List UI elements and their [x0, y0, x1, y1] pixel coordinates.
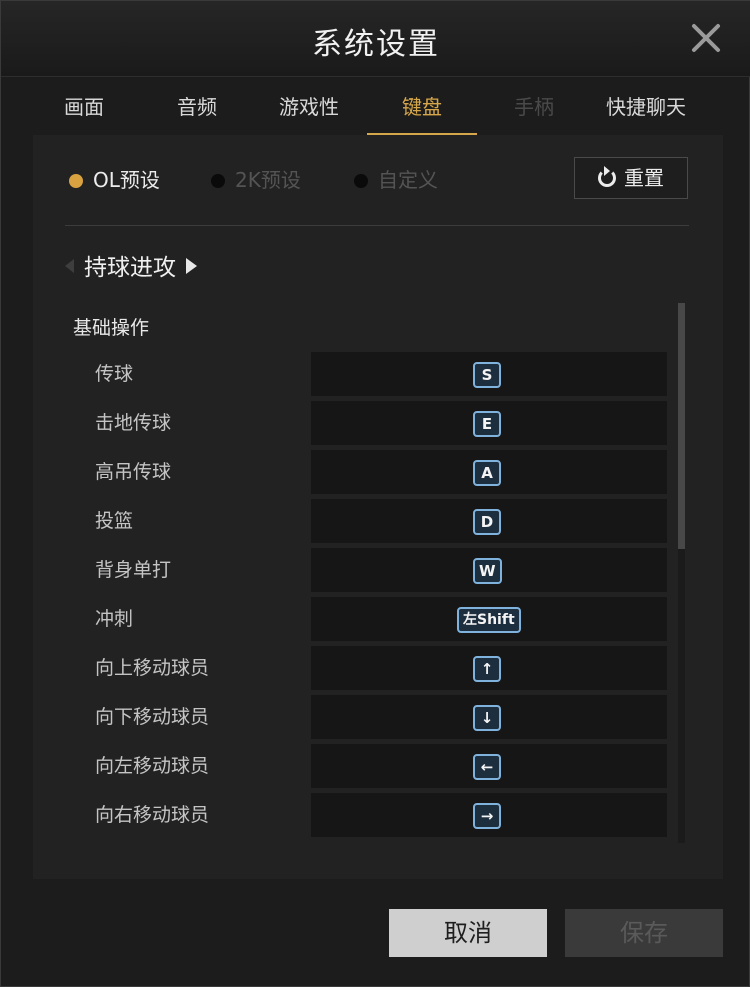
binding-row: 向左移动球员 ←: [33, 743, 723, 789]
radio-dot-icon: [354, 174, 368, 188]
keycap: S: [473, 362, 501, 388]
radio-dot-icon: [211, 174, 225, 188]
tab-keyboard[interactable]: 键盘: [367, 77, 477, 135]
tab-audio[interactable]: 音频: [142, 77, 252, 135]
system-settings-dialog: 系统设置 画面 音频 游戏性 键盘 手柄 快捷聊天 OL预设 2K预设 自定义 …: [0, 0, 750, 987]
next-section-icon[interactable]: [186, 258, 197, 274]
preset-2k-radio[interactable]: 2K预设: [211, 167, 301, 193]
keycap: 左Shift: [457, 607, 521, 633]
preset-custom-label: 自定义: [378, 168, 438, 192]
action-label: 投篮: [95, 510, 134, 532]
key-slot[interactable]: E: [311, 401, 667, 445]
right-arrow-keycap: →: [473, 803, 501, 829]
save-button: 保存: [565, 909, 723, 957]
key-binding-list: 传球 S 击地传球 E 高吊传球 A 投篮 D 背身单打 W 冲刺 左Shift: [33, 351, 723, 845]
preset-custom-radio[interactable]: 自定义: [354, 167, 438, 193]
dialog-title: 系统设置: [312, 27, 440, 62]
keycap: E: [473, 411, 501, 437]
tab-display[interactable]: 画面: [29, 77, 139, 135]
action-label: 向左移动球员: [95, 755, 210, 777]
action-label: 冲刺: [95, 608, 134, 630]
binding-row: 冲刺 左Shift: [33, 596, 723, 642]
key-slot[interactable]: ↑: [311, 646, 667, 690]
section-switcher: 持球进攻: [65, 251, 197, 285]
key-slot[interactable]: 左Shift: [311, 597, 667, 641]
binding-row: 传球 S: [33, 351, 723, 397]
settings-tabs: 画面 音频 游戏性 键盘 手柄 快捷聊天: [1, 77, 750, 135]
key-slot[interactable]: ↓: [311, 695, 667, 739]
tab-quick-chat[interactable]: 快捷聊天: [591, 77, 701, 135]
scrollbar[interactable]: [678, 303, 685, 843]
binding-row: 投篮 D: [33, 498, 723, 544]
binding-row: 向上移动球员 ↑: [33, 645, 723, 691]
binding-row: 向下移动球员 ↓: [33, 694, 723, 740]
binding-row: 击地传球 E: [33, 400, 723, 446]
radio-dot-icon: [69, 174, 83, 188]
key-slot[interactable]: W: [311, 548, 667, 592]
key-slot[interactable]: S: [311, 352, 667, 396]
reset-label: 重置: [624, 166, 664, 190]
refresh-icon: [598, 166, 616, 187]
key-slot[interactable]: ←: [311, 744, 667, 788]
key-slot[interactable]: D: [311, 499, 667, 543]
preset-ol-radio[interactable]: OL预设: [69, 167, 160, 193]
action-label: 向右移动球员: [95, 804, 210, 826]
up-arrow-keycap: ↑: [473, 656, 501, 682]
binding-row: 背身单打 W: [33, 547, 723, 593]
title-bar: 系统设置: [1, 1, 750, 77]
action-label: 背身单打: [95, 559, 172, 581]
previous-section-icon[interactable]: [65, 259, 74, 273]
close-icon[interactable]: [689, 21, 723, 55]
scrollbar-thumb[interactable]: [678, 303, 685, 549]
tab-gameplay[interactable]: 游戏性: [254, 77, 364, 135]
section-title: 持球进攻: [84, 255, 176, 281]
binding-row: 向右移动球员 →: [33, 792, 723, 838]
preset-2k-label: 2K预设: [235, 168, 301, 192]
preset-ol-label: OL预设: [93, 168, 160, 192]
binding-row: 高吊传球 A: [33, 449, 723, 495]
action-label: 传球: [95, 363, 134, 385]
keyboard-settings-panel: OL预设 2K预设 自定义 重置 持球进攻 基础操作 传球 S 击地传球 E 高…: [33, 135, 723, 879]
group-title: 基础操作: [73, 317, 150, 339]
tab-gamepad: 手柄: [514, 95, 554, 119]
key-slot[interactable]: →: [311, 793, 667, 837]
cancel-button[interactable]: 取消: [389, 909, 547, 957]
key-slot[interactable]: A: [311, 450, 667, 494]
action-label: 击地传球: [95, 412, 172, 434]
left-arrow-keycap: ←: [473, 754, 501, 780]
keycap: W: [473, 558, 502, 584]
divider: [65, 225, 689, 226]
action-label: 向上移动球员: [95, 657, 210, 679]
action-label: 向下移动球员: [95, 706, 210, 728]
keycap: A: [473, 460, 501, 486]
down-arrow-keycap: ↓: [473, 705, 501, 731]
reset-button[interactable]: 重置: [574, 157, 688, 199]
preset-selector: OL预设 2K预设 自定义 重置: [33, 135, 723, 227]
keycap: D: [473, 509, 501, 535]
action-label: 高吊传球: [95, 461, 172, 483]
